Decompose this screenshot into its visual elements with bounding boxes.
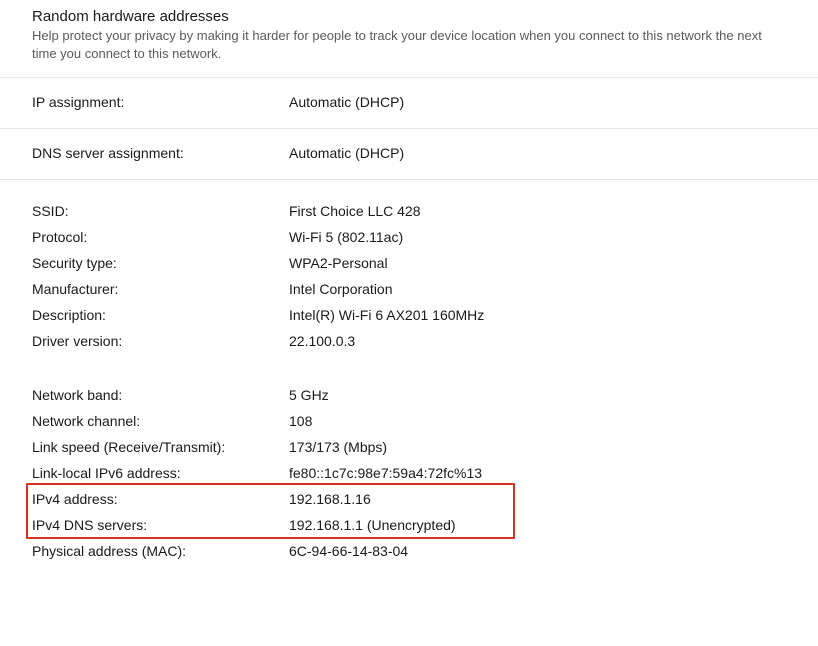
description-row: Description: Intel(R) Wi-Fi 6 AX201 160M… — [32, 302, 786, 328]
ip-assignment-value: Automatic (DHCP) — [289, 94, 404, 110]
security-type-value: WPA2-Personal — [289, 255, 388, 271]
network-band-label: Network band: — [32, 387, 289, 403]
random-mac-header: Random hardware addresses Help protect y… — [0, 8, 818, 77]
protocol-label: Protocol: — [32, 229, 289, 245]
network-band-value: 5 GHz — [289, 387, 329, 403]
driver-version-row: Driver version: 22.100.0.3 — [32, 328, 786, 354]
description-label: Description: — [32, 307, 289, 323]
ipv4-address-row: IPv4 address: 192.168.1.16 — [32, 486, 786, 512]
ipv4-dns-value: 192.168.1.1 (Unencrypted) — [289, 517, 456, 533]
ipv4-address-label: IPv4 address: — [32, 491, 289, 507]
ipv6-address-value: fe80::1c7c:98e7:59a4:72fc%13 — [289, 465, 482, 481]
dns-assignment-row[interactable]: DNS server assignment: Automatic (DHCP) — [0, 129, 818, 179]
network-channel-value: 108 — [289, 413, 312, 429]
ipv6-address-row: Link-local IPv6 address: fe80::1c7c:98e7… — [32, 460, 786, 486]
mac-address-label: Physical address (MAC): — [32, 543, 289, 559]
driver-version-value: 22.100.0.3 — [289, 333, 355, 349]
protocol-value: Wi-Fi 5 (802.11ac) — [289, 229, 403, 245]
dns-assignment-value: Automatic (DHCP) — [289, 145, 404, 161]
driver-version-label: Driver version: — [32, 333, 289, 349]
ip-assignment-label: IP assignment: — [32, 94, 289, 110]
ipv4-address-value: 192.168.1.16 — [289, 491, 371, 507]
ipv4-dns-label: IPv4 DNS servers: — [32, 517, 289, 533]
ssid-value: First Choice LLC 428 — [289, 203, 421, 219]
security-type-label: Security type: — [32, 255, 289, 271]
mac-address-row: Physical address (MAC): 6C-94-66-14-83-0… — [32, 538, 786, 564]
protocol-row: Protocol: Wi-Fi 5 (802.11ac) — [32, 224, 786, 250]
random-mac-title: Random hardware addresses — [32, 8, 786, 25]
link-speed-label: Link speed (Receive/Transmit): — [32, 439, 289, 455]
ip-assignment-row[interactable]: IP assignment: Automatic (DHCP) — [0, 78, 818, 128]
random-mac-desc: Help protect your privacy by making it h… — [32, 27, 786, 63]
network-details: SSID: First Choice LLC 428 Protocol: Wi-… — [0, 180, 818, 570]
link-speed-row: Link speed (Receive/Transmit): 173/173 (… — [32, 434, 786, 460]
ipv4-dns-row: IPv4 DNS servers: 192.168.1.1 (Unencrypt… — [32, 512, 786, 538]
ipv6-address-label: Link-local IPv6 address: — [32, 465, 289, 481]
security-type-row: Security type: WPA2-Personal — [32, 250, 786, 276]
ssid-label: SSID: — [32, 203, 289, 219]
link-speed-value: 173/173 (Mbps) — [289, 439, 387, 455]
description-value: Intel(R) Wi-Fi 6 AX201 160MHz — [289, 307, 484, 323]
manufacturer-row: Manufacturer: Intel Corporation — [32, 276, 786, 302]
network-channel-label: Network channel: — [32, 413, 289, 429]
manufacturer-value: Intel Corporation — [289, 281, 393, 297]
mac-address-value: 6C-94-66-14-83-04 — [289, 543, 408, 559]
network-channel-row: Network channel: 108 — [32, 408, 786, 434]
spacer — [32, 354, 786, 382]
manufacturer-label: Manufacturer: — [32, 281, 289, 297]
ssid-row: SSID: First Choice LLC 428 — [32, 198, 786, 224]
network-band-row: Network band: 5 GHz — [32, 382, 786, 408]
dns-assignment-label: DNS server assignment: — [32, 145, 289, 161]
